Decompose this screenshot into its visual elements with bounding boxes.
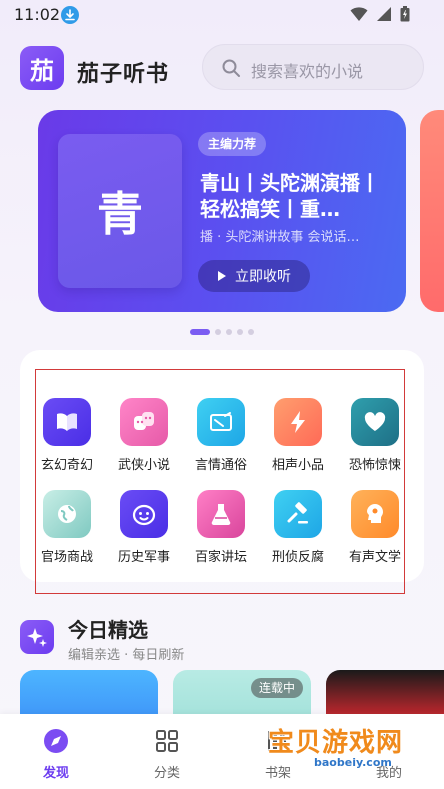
heart-icon [351,398,399,446]
listen-now-label: 立即收听 [235,269,291,285]
category-label: 恐怖惊悚 [348,458,401,473]
status-time: 11:02 [14,5,61,24]
category-item[interactable]: 刑侦反腐 [263,490,333,565]
masks-icon [120,398,168,446]
flask-icon [197,490,245,538]
category-label: 玄幻奇幻 [40,458,93,473]
carousel-dot [226,329,232,335]
book-open-icon [43,398,91,446]
category-label: 刑侦反腐 [271,550,324,565]
compass-icon [44,729,68,753]
banner-title: 青山丨头陀渊演播丨轻松搞笑丨重… [200,171,380,221]
banner-cover: 青 [58,134,182,288]
tab-category[interactable]: 分类 [127,728,207,781]
carousel-dot [248,329,254,335]
category-item[interactable]: 百家讲坛 [186,490,256,565]
battery-icon [400,6,410,22]
app-header: 茄 茄子听书 搜索喜欢的小说 [0,40,444,96]
face-icon [120,490,168,538]
category-item[interactable]: 官场商战 [32,490,102,565]
category-item[interactable]: 相声小品 [263,398,333,473]
category-item[interactable]: 玄幻奇幻 [32,398,102,473]
carousel-dot [190,329,210,335]
category-label: 官场商战 [40,550,93,565]
category-item[interactable]: 言情通俗 [186,398,256,473]
sparkle-icon [20,620,54,654]
watermark-text: 宝贝游戏网 [268,728,404,758]
lightning-icon [274,398,322,446]
gavel-icon [274,490,322,538]
play-icon [218,271,226,281]
listen-now-button[interactable]: 立即收听 [198,260,310,292]
tab-label: 书架 [264,766,291,781]
banner-carousel[interactable]: 青 主编力荐 青山丨头陀渊演播丨轻松搞笑丨重… 播 · 头陀渊讲故事 会说话… … [0,110,444,315]
category-label: 相声小品 [271,458,324,473]
cover-char: 青 [97,187,143,241]
search-icon [222,59,240,77]
category-item[interactable]: 恐怖惊悚 [340,398,410,473]
category-item[interactable]: 历史军事 [109,490,179,565]
category-label: 有声文学 [348,550,401,565]
app-name: 茄子听书 [77,62,170,87]
section-title: 今日精选 [68,618,148,642]
category-item[interactable]: 有声文学 [340,490,410,565]
grid-icon [156,730,178,752]
search-bar[interactable]: 搜索喜欢的小说 [202,44,424,90]
banner-subtitle: 播 · 头陀渊讲故事 会说话… [200,230,360,245]
tab-discover[interactable]: 发现 [16,728,96,781]
next-banner-peek[interactable] [420,110,444,312]
carousel-dot [215,329,221,335]
tab-label: 分类 [153,766,180,781]
bulb-head-icon [351,490,399,538]
section-subtitle: 编辑亲选 · 每日刷新 [68,648,185,663]
category-label: 言情通俗 [194,458,247,473]
category-item[interactable]: 武侠小说 [109,398,179,473]
category-label: 百家讲坛 [194,550,247,565]
download-icon [61,6,79,24]
watermark-url: baobeiy.com [314,756,392,769]
signal-icon [377,7,391,21]
system-icons [350,6,410,22]
wifi-icon [350,7,368,21]
category-label: 历史军事 [117,550,170,565]
status-bar: 11:02 [0,0,444,30]
category-label: 武侠小说 [117,458,170,473]
editor-pick-badge: 主编力荐 [198,132,267,156]
app-logo: 茄 [20,46,64,90]
carousel-dots [0,329,444,335]
letter-icon [197,398,245,446]
search-placeholder: 搜索喜欢的小说 [251,62,364,81]
globe-icon [43,490,91,538]
banner-card[interactable]: 青 主编力荐 青山丨头陀渊演播丨轻松搞笑丨重… 播 · 头陀渊讲故事 会说话… … [38,110,406,312]
carousel-dot [237,329,243,335]
tab-label: 发现 [42,766,69,781]
site-watermark: 宝贝游戏网 baobeiy.com [268,716,436,769]
serializing-tag: 连载中 [250,678,303,698]
